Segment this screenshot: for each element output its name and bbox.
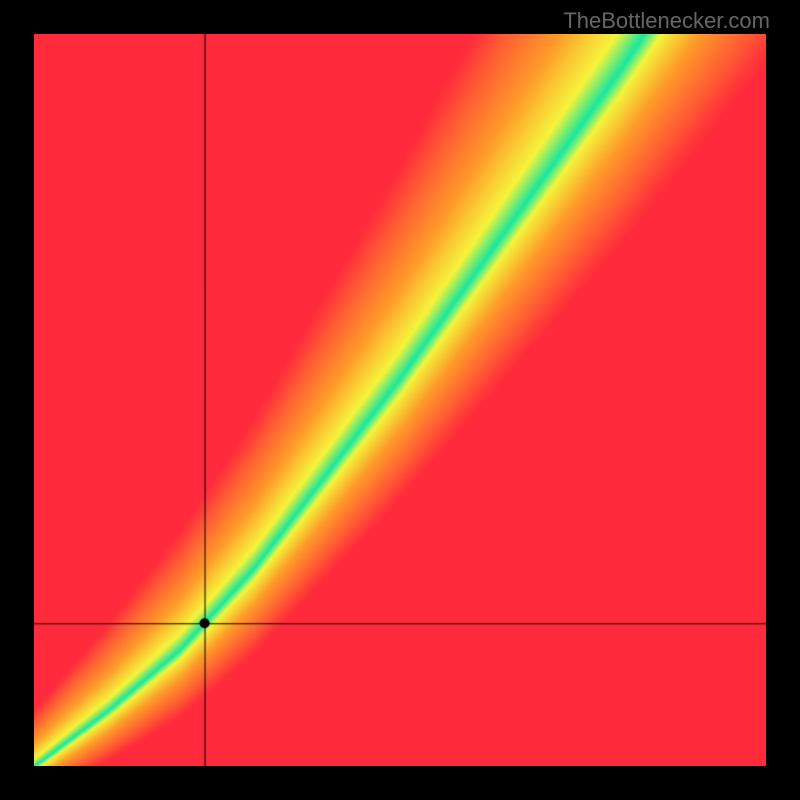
bottleneck-heatmap <box>34 34 766 766</box>
watermark-text: TheBottlenecker.com <box>563 8 770 34</box>
